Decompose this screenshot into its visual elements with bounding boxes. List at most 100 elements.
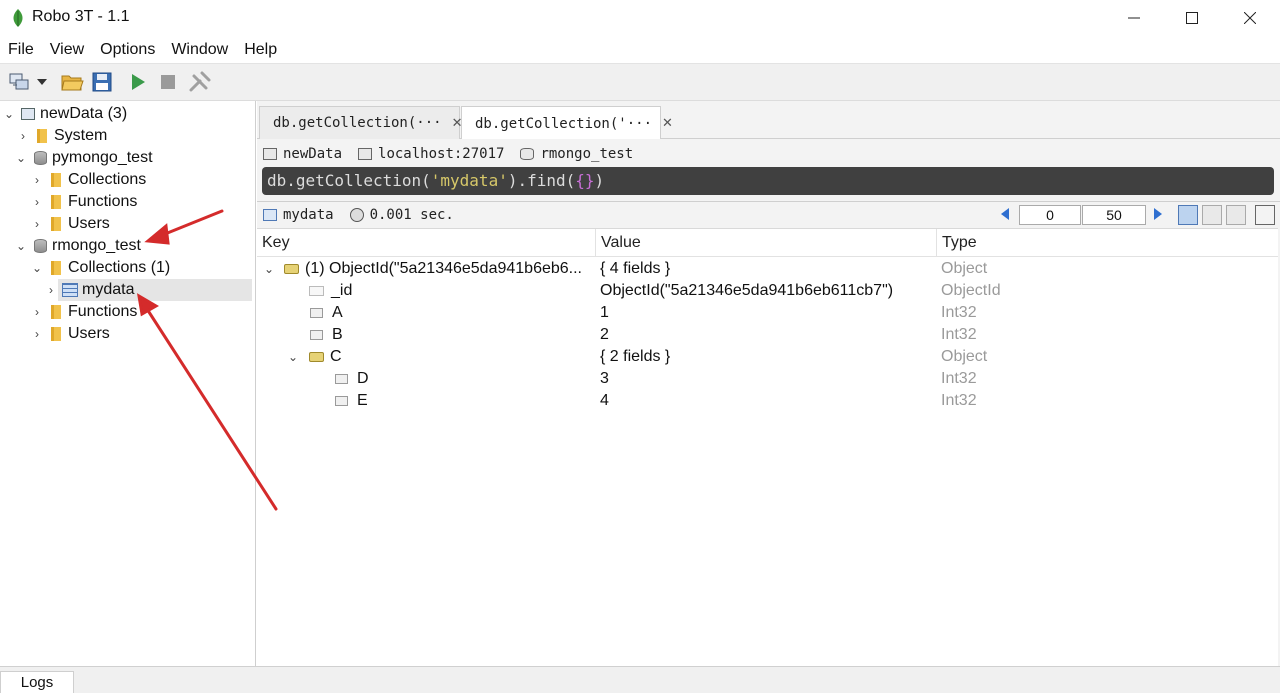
server-icon <box>20 106 36 122</box>
chevron-right-icon[interactable]: › <box>30 173 44 187</box>
database-explorer: ⌄ newData (3) › System ⌄ pymongo_test › … <box>0 101 256 666</box>
object-icon <box>309 352 324 362</box>
close-tab-icon[interactable]: ✕ <box>662 116 673 131</box>
tree-label: Users <box>68 215 110 232</box>
chevron-down-icon[interactable]: ⌄ <box>2 107 16 121</box>
query-text: ) <box>594 171 605 190</box>
grid-header: Key Value Type <box>257 229 1278 257</box>
stop-icon[interactable] <box>154 68 182 96</box>
tree-item-functions[interactable]: › Functions <box>30 301 286 323</box>
detach-icon[interactable] <box>1255 205 1275 225</box>
tab-label: db.getCollection(··· <box>273 115 442 131</box>
table-view-button[interactable] <box>1202 205 1222 225</box>
tree-collection-mydata[interactable]: › mydata <box>44 279 256 301</box>
maximize-button[interactable] <box>1163 0 1221 36</box>
tree-label: rmongo_test <box>52 237 141 254</box>
chevron-down-icon[interactable]: ⌄ <box>30 261 44 275</box>
execution-time: 0.001 sec. <box>369 207 454 223</box>
row-key: B <box>332 326 343 343</box>
folder-icon <box>48 216 64 232</box>
row-value: { 2 fields } <box>600 348 671 365</box>
chevron-down-icon[interactable]: ⌄ <box>262 262 276 276</box>
menu-options[interactable]: Options <box>92 36 163 63</box>
logs-tab[interactable]: Logs <box>0 671 74 693</box>
tree-item-functions[interactable]: › Functions <box>30 191 286 213</box>
wrench-icon[interactable] <box>186 68 214 96</box>
row-key: (1) ObjectId("5a21346e5da941b6eb6... <box>305 260 582 277</box>
query-tab-2[interactable]: db.getCollection('··· ✕ <box>461 106 673 140</box>
query-text: ).find( <box>507 171 576 190</box>
int-field-icon <box>310 330 323 340</box>
row-value: 4 <box>600 392 609 409</box>
table-row[interactable]: B 2 Int32 <box>257 324 1278 346</box>
connect-icon[interactable] <box>5 68 33 96</box>
tab-bar: db.getCollection(··· ✕ db.getCollection(… <box>257 101 1280 140</box>
tree-item-collections[interactable]: › Collections <box>30 169 286 191</box>
chevron-down-icon[interactable]: ⌄ <box>286 350 300 364</box>
chevron-right-icon[interactable]: › <box>30 217 44 231</box>
tree-connection-newdata[interactable]: ⌄ newData (3) <box>2 103 258 125</box>
next-page-icon[interactable] <box>1154 208 1162 220</box>
tree-item-system[interactable]: › System <box>16 125 272 147</box>
collection-table-icon <box>62 282 78 298</box>
menu-file[interactable]: File <box>0 36 42 63</box>
tree-db-pymongo-test[interactable]: ⌄ pymongo_test <box>14 147 270 169</box>
column-header-key[interactable]: Key <box>257 229 596 257</box>
chevron-right-icon[interactable]: › <box>44 283 58 297</box>
row-key: C <box>330 348 342 365</box>
menu-bar: File View Options Window Help <box>0 36 1280 63</box>
row-value: 1 <box>600 304 609 321</box>
close-button[interactable] <box>1221 0 1279 36</box>
save-icon[interactable] <box>88 68 116 96</box>
chevron-down-icon[interactable]: ⌄ <box>14 239 28 253</box>
table-row[interactable]: E 4 Int32 <box>257 390 1278 412</box>
menu-help[interactable]: Help <box>236 36 285 63</box>
int-field-icon <box>335 374 348 384</box>
tab-label: db.getCollection('··· <box>475 115 653 132</box>
tree-item-collections[interactable]: ⌄ Collections (1) <box>30 257 286 279</box>
tree-item-users[interactable]: › Users <box>30 213 286 235</box>
table-row[interactable]: A 1 Int32 <box>257 302 1278 324</box>
row-type: Int32 <box>941 326 977 343</box>
menu-window[interactable]: Window <box>163 36 236 63</box>
table-row[interactable]: _id ObjectId("5a21346e5da941b6eb611cb7")… <box>257 280 1278 302</box>
open-folder-icon[interactable] <box>58 68 86 96</box>
connection-name: newData <box>283 146 343 162</box>
chevron-right-icon[interactable]: › <box>16 129 30 143</box>
table-row[interactable]: ⌄ (1) ObjectId("5a21346e5da941b6eb6... {… <box>257 258 1278 280</box>
row-type: Object <box>941 348 988 365</box>
minimize-button[interactable] <box>1105 0 1163 36</box>
folder-icon <box>34 128 50 144</box>
row-type: ObjectId <box>941 282 1001 299</box>
toolbar <box>0 63 1280 101</box>
run-icon[interactable] <box>124 68 152 96</box>
chevron-right-icon[interactable]: › <box>30 195 44 209</box>
result-collection: mydata <box>283 207 334 223</box>
query-editor[interactable]: db.getCollection('mydata').find({}) <box>262 167 1274 195</box>
column-header-value[interactable]: Value <box>596 229 937 257</box>
query-tab-1[interactable]: db.getCollection(··· ✕ <box>259 106 462 139</box>
dropdown-arrow-icon[interactable] <box>34 68 50 96</box>
tree-view-button[interactable] <box>1178 205 1198 225</box>
clock-icon <box>349 208 364 222</box>
table-row[interactable]: ⌄ C { 2 fields } Object <box>257 346 1278 368</box>
chevron-down-icon[interactable]: ⌄ <box>14 151 28 165</box>
tree-db-rmongo-test[interactable]: ⌄ rmongo_test <box>14 235 270 257</box>
query-panel: db.getCollection(··· ✕ db.getCollection(… <box>257 101 1280 666</box>
page-start-field[interactable]: 0 <box>1019 205 1081 225</box>
page-size-field[interactable]: 50 <box>1082 205 1146 225</box>
column-header-type[interactable]: Type <box>937 229 1278 257</box>
previous-page-icon[interactable] <box>1001 208 1009 220</box>
row-type: Int32 <box>941 370 977 387</box>
chevron-right-icon[interactable]: › <box>30 305 44 319</box>
tree-item-users[interactable]: › Users <box>30 323 286 345</box>
tree-label: mydata <box>82 281 135 298</box>
int-field-icon <box>310 308 323 318</box>
row-key: E <box>357 392 368 409</box>
collection-table-icon <box>263 209 277 221</box>
chevron-right-icon[interactable]: › <box>30 327 44 341</box>
table-row[interactable]: D 3 Int32 <box>257 368 1278 390</box>
text-view-button[interactable] <box>1226 205 1246 225</box>
folder-icon <box>48 194 64 210</box>
menu-view[interactable]: View <box>42 36 92 63</box>
